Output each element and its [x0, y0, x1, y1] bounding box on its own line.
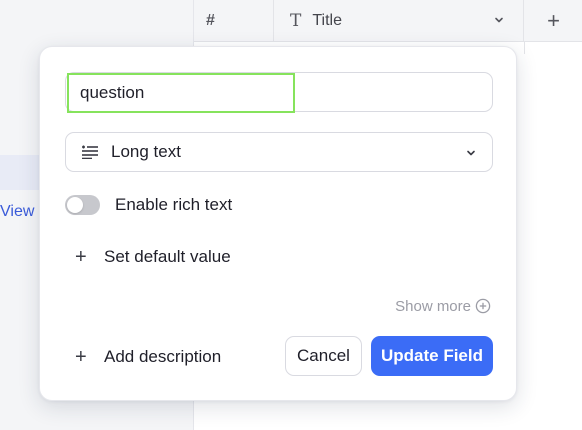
column-number-label: # — [206, 12, 215, 29]
grid-divider — [524, 42, 525, 54]
plus-icon: + — [75, 246, 87, 268]
chevron-down-icon[interactable] — [493, 14, 505, 26]
column-title-label: Title — [312, 12, 342, 29]
add-column-button[interactable]: + — [524, 0, 582, 42]
column-header-number[interactable]: # — [194, 0, 274, 42]
rich-text-row: Enable rich text — [65, 193, 232, 217]
grid-header: # T Title + — [194, 0, 582, 42]
rich-text-label: Enable rich text — [115, 195, 233, 214]
update-field-button[interactable]: Update Field — [371, 336, 493, 376]
set-default-value-label: Set default value — [104, 247, 231, 266]
show-more-button[interactable]: Show more — [395, 296, 491, 316]
field-type-select[interactable]: Long text — [65, 132, 493, 172]
add-description-button[interactable]: + Add description — [75, 345, 221, 369]
long-text-icon — [82, 145, 98, 159]
chevron-down-icon — [467, 150, 475, 156]
field-name-input[interactable] — [67, 73, 295, 113]
field-type-label: Long text — [111, 142, 181, 161]
add-description-label: Add description — [104, 347, 222, 366]
field-editor-popup: Long text Enable rich text + Set default… — [39, 46, 517, 401]
set-default-value-button[interactable]: + Set default value — [75, 245, 231, 269]
plus-icon: + — [547, 8, 560, 33]
text-type-icon: T — [290, 11, 302, 31]
toggle-knob — [67, 197, 83, 213]
rich-text-toggle[interactable] — [65, 195, 100, 215]
sidebar-view-link[interactable]: View — [0, 203, 34, 221]
plus-icon: + — [75, 346, 87, 368]
column-header-title[interactable]: T Title — [274, 0, 524, 42]
plus-circle-icon — [475, 298, 491, 314]
cancel-button[interactable]: Cancel — [285, 336, 362, 376]
show-more-label: Show more — [395, 297, 471, 315]
